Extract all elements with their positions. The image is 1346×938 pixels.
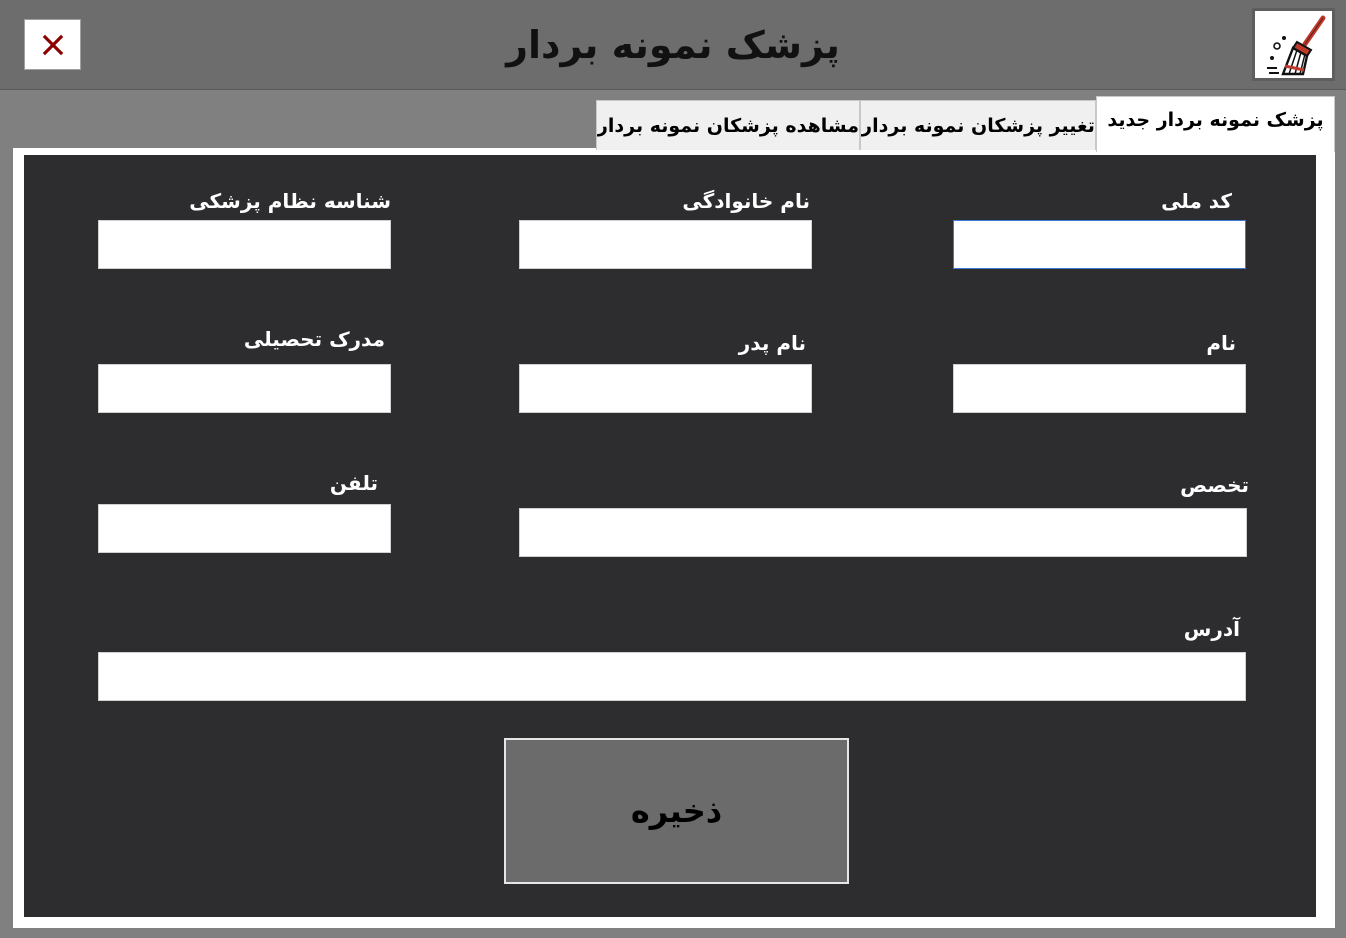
father-name-input[interactable] bbox=[519, 364, 812, 413]
last-name-label: نام خانوادگی bbox=[682, 189, 810, 213]
app-window: پزشک نمونه بردار پزشک نمونه بردار جدید ت… bbox=[0, 0, 1346, 938]
tab-new-doctor[interactable]: پزشک نمونه بردار جدید bbox=[1096, 96, 1335, 152]
medical-id-input[interactable] bbox=[98, 220, 391, 269]
medical-id-label: شناسه نظام پزشکی bbox=[189, 189, 391, 213]
degree-input[interactable] bbox=[98, 364, 391, 413]
close-button[interactable] bbox=[24, 19, 81, 70]
broom-icon bbox=[1266, 15, 1325, 75]
father-name-label: نام پدر bbox=[738, 331, 806, 355]
degree-label: مدرک تحصیلی bbox=[243, 327, 385, 351]
first-name-input[interactable] bbox=[953, 364, 1246, 413]
phone-input[interactable] bbox=[98, 504, 391, 553]
address-label: آدرس bbox=[1183, 617, 1240, 641]
phone-label: تلفن bbox=[329, 471, 378, 495]
clear-form-button[interactable] bbox=[1252, 8, 1335, 81]
tab-page: کد ملی نام خانوادگی شناسه نظام پزشکی نام… bbox=[13, 148, 1335, 928]
national-code-input[interactable] bbox=[953, 220, 1246, 269]
tab-edit-doctors[interactable]: تغییر پزشکان نمونه بردار bbox=[860, 100, 1096, 150]
tab-view-doctors[interactable]: مشاهده پزشکان نمونه بردار bbox=[596, 100, 860, 150]
title-bar: پزشک نمونه بردار bbox=[0, 0, 1346, 90]
first-name-label: نام bbox=[1206, 331, 1236, 355]
national-code-label: کد ملی bbox=[1161, 189, 1232, 213]
save-button[interactable]: ذخیره bbox=[504, 738, 849, 884]
last-name-input[interactable] bbox=[519, 220, 812, 269]
specialty-label: تخصص bbox=[1180, 473, 1249, 497]
address-input[interactable] bbox=[98, 652, 1246, 701]
specialty-input[interactable] bbox=[519, 508, 1247, 557]
doctor-form: کد ملی نام خانوادگی شناسه نظام پزشکی نام… bbox=[24, 155, 1316, 917]
close-icon bbox=[42, 34, 63, 55]
window-title: پزشک نمونه بردار bbox=[506, 23, 840, 67]
